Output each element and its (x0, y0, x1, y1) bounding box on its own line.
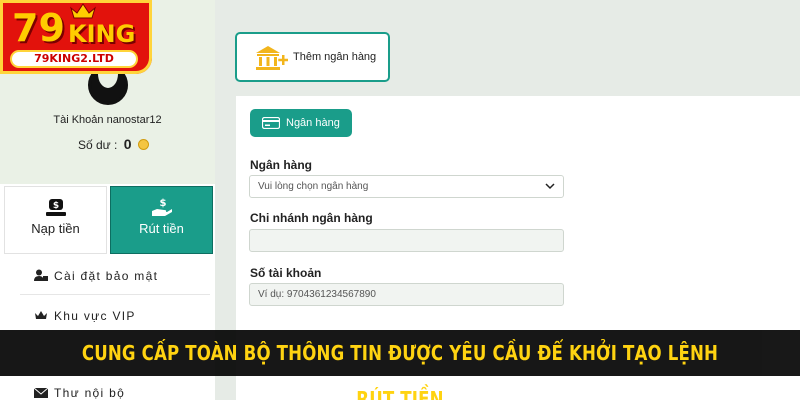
vip-crown-icon (35, 311, 47, 319)
logo-domain: 79KING2.LTD (10, 50, 138, 68)
logo-number: 79 (12, 6, 65, 50)
brand-logo: 79 KING 79KING2.LTD (0, 0, 152, 74)
caption-text: CUNG CẤP TOÀN BỘ THÔNG TIN ĐƯỢC YÊU CẦU … (81, 341, 719, 400)
user-lock-icon (34, 269, 48, 281)
add-bank-button[interactable]: Thêm ngân hàng (235, 32, 390, 82)
svg-text:$: $ (159, 198, 166, 209)
menu-item-inbox[interactable]: Thư nội bộ (34, 386, 125, 400)
caption-banner: CUNG CẤP TOÀN BỘ THÔNG TIN ĐƯỢC YÊU CẦU … (0, 330, 800, 400)
logo-word: KING (68, 20, 136, 48)
balance-label: Số dư : (78, 138, 118, 152)
hand-money-icon: $ (151, 198, 172, 216)
withdraw-button[interactable]: $ Rút tiền (110, 186, 213, 254)
balance: Số dư : 0 (78, 136, 149, 152)
bank-add-icon (256, 46, 288, 70)
crown-icon (70, 3, 96, 19)
branch-input[interactable] (249, 229, 564, 252)
svg-text:$: $ (52, 201, 58, 211)
bank-select-value: Vui lòng chọn ngân hàng (258, 181, 369, 192)
account-number-input[interactable]: Ví dụ: 9704361234567890 (249, 283, 564, 306)
branch-label: Chi nhánh ngân hàng (250, 211, 373, 225)
chevron-down-icon (545, 183, 555, 190)
withdraw-label: Rút tiền (139, 221, 184, 236)
balance-value: 0 (123, 136, 132, 152)
account-number-label: Số tài khoản (250, 266, 322, 280)
tab-bank-label: Ngân hàng (286, 117, 340, 129)
deposit-button[interactable]: $ Nạp tiền (4, 186, 107, 254)
menu-item-security[interactable]: Cài đặt bảo mật (34, 269, 158, 283)
account-name: Tài Khoản nanostar12 (53, 114, 162, 126)
menu-item-label: Thư nội bộ (54, 386, 126, 400)
credit-card-icon (262, 117, 280, 129)
mail-icon (34, 388, 48, 398)
tab-bank[interactable]: Ngân hàng (250, 109, 352, 137)
menu-item-label: Khu vực VIP (54, 309, 136, 323)
menu-divider (20, 294, 210, 295)
menu-item-vip[interactable]: Khu vực VIP (34, 309, 136, 323)
coin-icon (137, 139, 149, 150)
deposit-label: Nạp tiền (31, 221, 80, 236)
add-bank-label: Thêm ngân hàng (293, 51, 377, 63)
bank-select[interactable]: Vui lòng chọn ngân hàng (249, 175, 564, 198)
menu-item-label: Cài đặt bảo mật (54, 269, 159, 283)
bank-label: Ngân hàng (250, 158, 312, 172)
money-bag-icon: $ (45, 199, 66, 216)
